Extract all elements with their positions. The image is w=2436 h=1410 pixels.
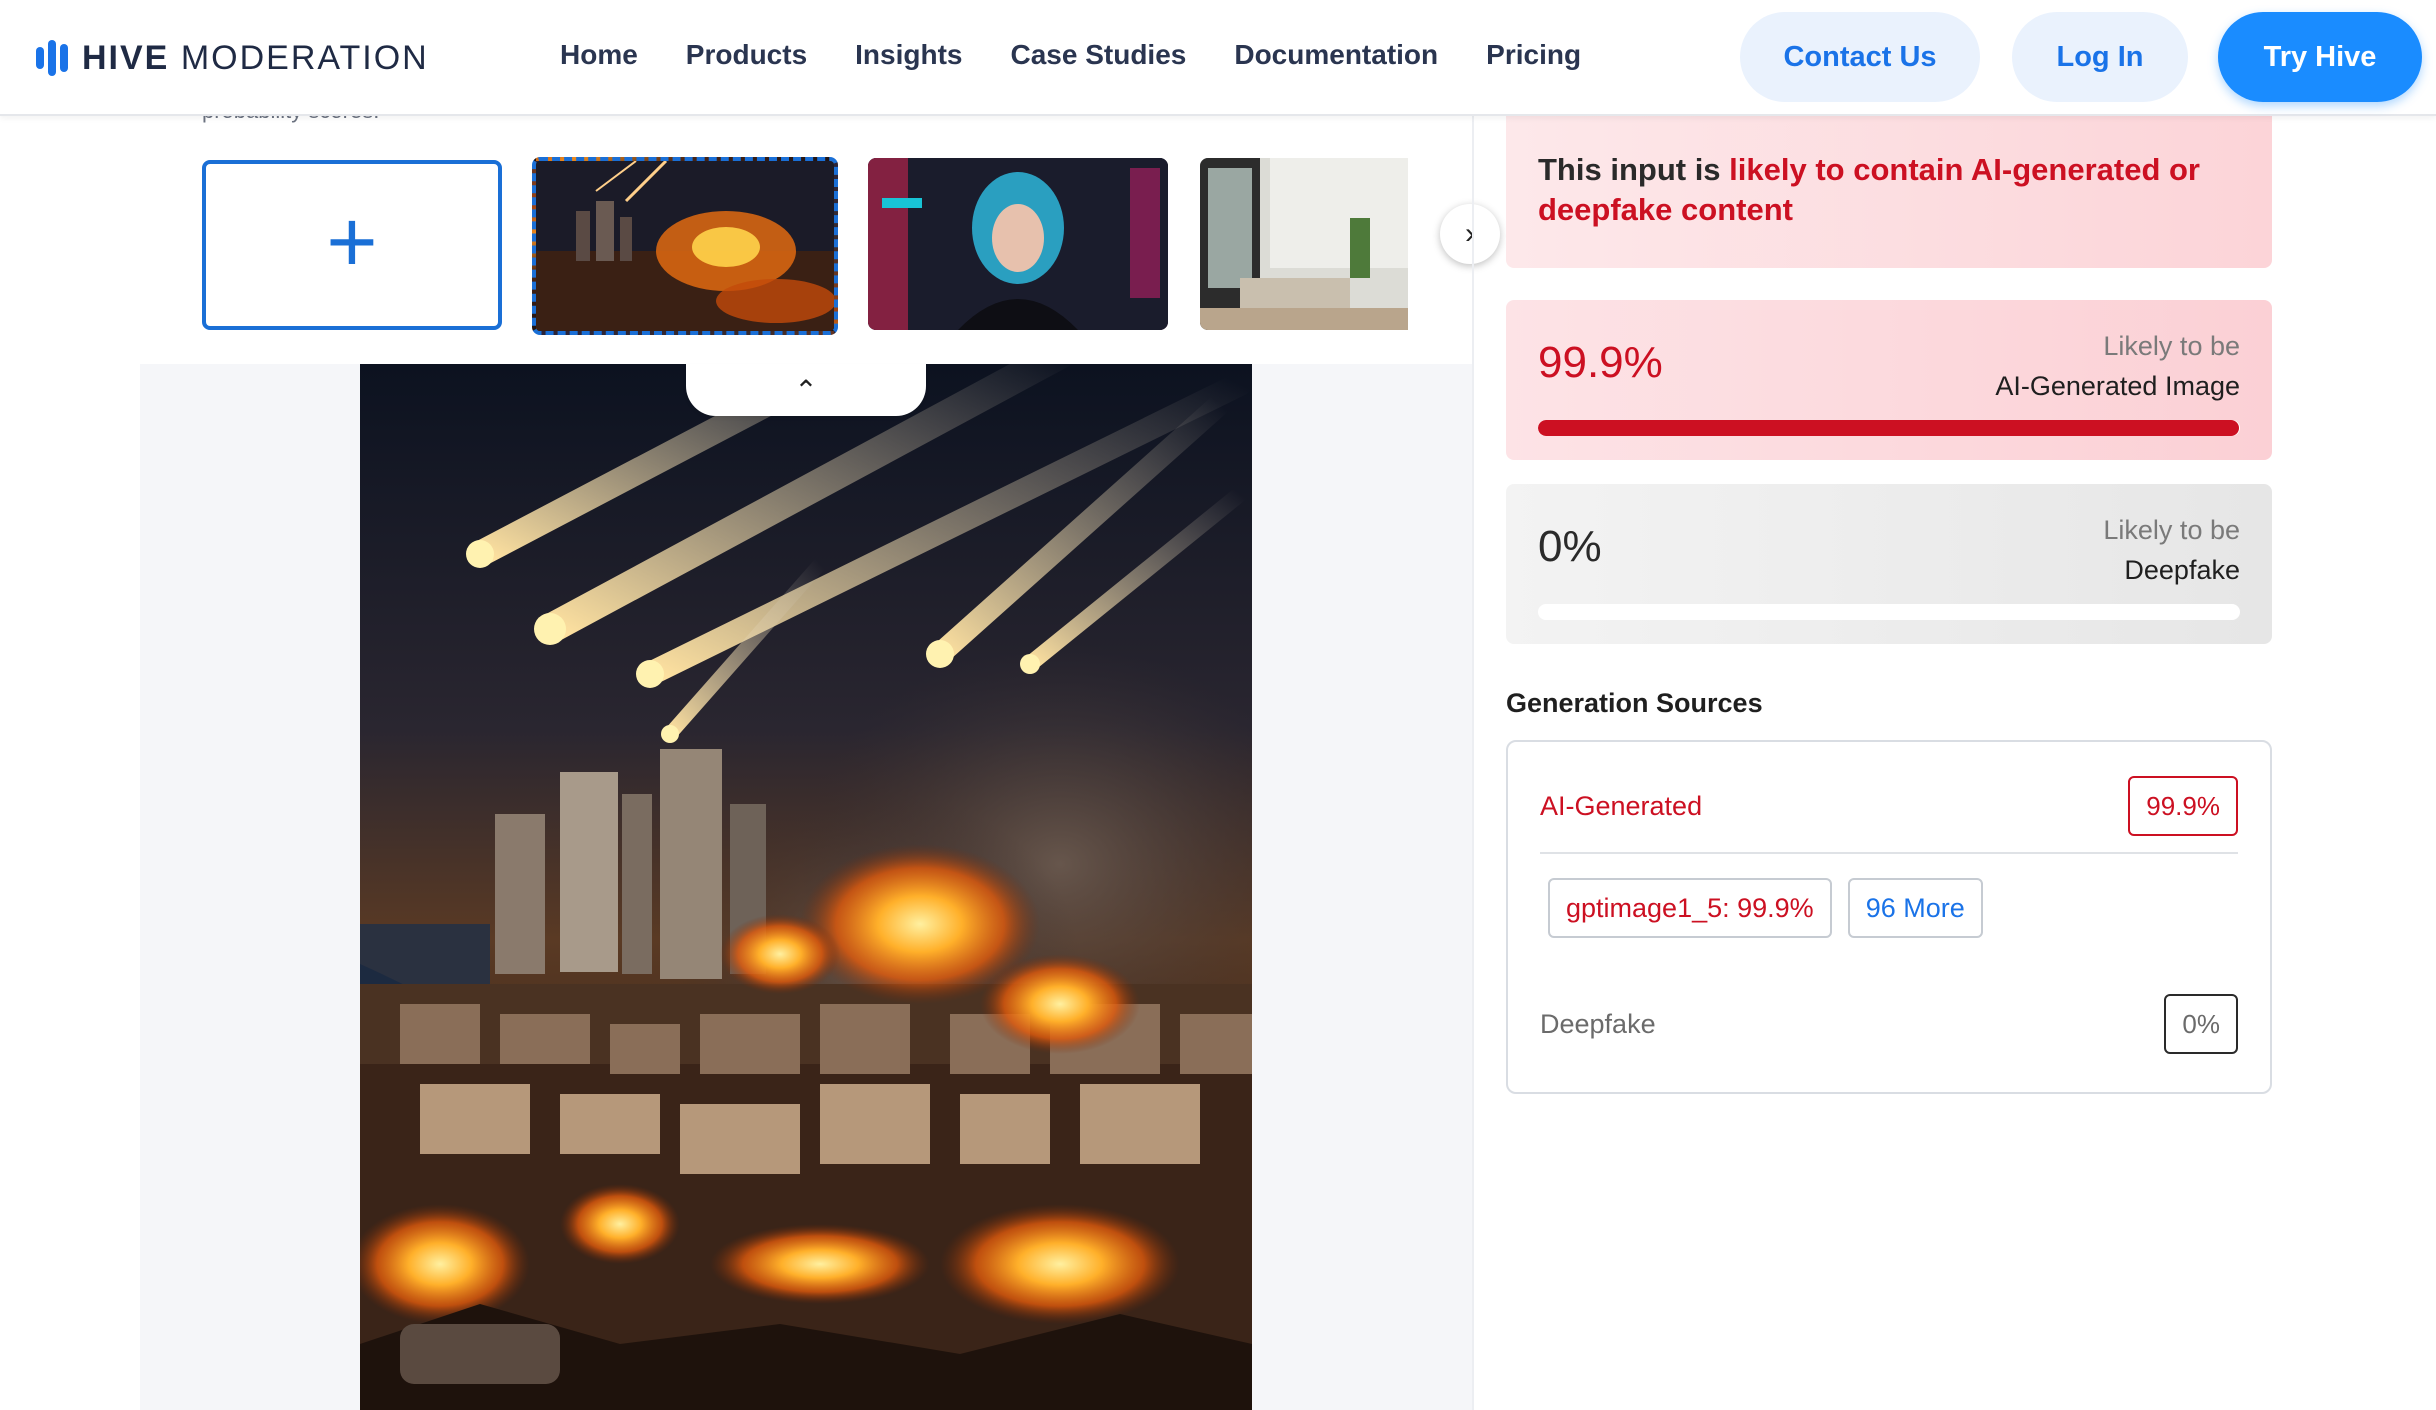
deepfake-score-label-bottom: Deepfake	[2124, 555, 2240, 585]
banner-prefix: This input is	[1538, 152, 1730, 187]
chevron-up-icon: ⌃	[794, 374, 818, 406]
contact-us-button[interactable]: Contact Us	[1740, 12, 1980, 102]
generation-sources-panel: AI-Generated 99.9% gptimage1_5: 99.9% 96…	[1506, 740, 2272, 1094]
ai-score-bar-fill	[1538, 420, 2240, 436]
try-hive-button[interactable]: Try Hive	[2218, 12, 2422, 102]
result-banner: This input is likely to contain AI-gener…	[1506, 116, 2272, 268]
ai-score-label-top: Likely to be	[2103, 331, 2240, 361]
generation-sources-title: Generation Sources	[1506, 688, 1763, 718]
neon-woman-thumbnail-art	[868, 158, 1168, 330]
deepfake-label: Deepfake	[1540, 1008, 1656, 1039]
ai-generated-badge: 99.9%	[2128, 776, 2238, 836]
city-strike-preview-art	[360, 364, 1252, 1410]
generation-divider	[1540, 852, 2238, 854]
city-strike-thumbnail-art	[536, 161, 834, 331]
ai-score-bar	[1538, 420, 2240, 436]
ai-generated-label: AI-Generated	[1540, 790, 1703, 821]
nav-home[interactable]: Home	[560, 39, 638, 71]
top-navbar: HIVE MODERATION Home Products Insights C…	[0, 0, 2436, 116]
log-in-button[interactable]: Log In	[2012, 12, 2188, 102]
nav-documentation[interactable]: Documentation	[1234, 39, 1438, 71]
ai-score-label-bottom: AI-Generated Image	[1995, 371, 2240, 401]
nav-insights[interactable]: Insights	[855, 39, 962, 71]
sample-thumbnail-city-strike[interactable]	[532, 157, 838, 335]
deepfake-badge: 0%	[2164, 994, 2238, 1054]
logo-text-light: MODERATION	[180, 38, 429, 77]
plus-icon: +	[326, 192, 378, 291]
collapse-thumbnails-button[interactable]: ⌃	[686, 364, 926, 416]
sample-image-carousel: + ›	[200, 157, 1500, 336]
nav-case-studies[interactable]: Case Studies	[1011, 39, 1187, 71]
model-source-tag[interactable]: gptimage1_5: 99.9%	[1548, 878, 1832, 938]
ai-generated-score-card: 99.9% Likely to be AI-Generated Image	[1506, 300, 2272, 460]
deepfake-score-value: 0%	[1538, 522, 1602, 571]
logo-text-bold: HIVE	[82, 38, 170, 77]
pane-divider	[1472, 116, 1474, 1410]
analyzed-image-preview	[360, 364, 1252, 1410]
nav-products[interactable]: Products	[686, 39, 807, 71]
image-input-pane: probability scores. +	[140, 98, 1500, 1410]
hive-logo[interactable]: HIVE MODERATION	[36, 34, 429, 82]
sample-thumbnail-neon-woman[interactable]	[868, 158, 1168, 330]
ai-score-value: 99.9%	[1538, 338, 1663, 387]
living-room-thumbnail-art	[1200, 158, 1408, 330]
deepfake-score-bar	[1538, 604, 2240, 620]
deepfake-score-label-top: Likely to be	[2103, 515, 2240, 545]
more-sources-button[interactable]: 96 More	[1847, 878, 1983, 938]
nav-pricing[interactable]: Pricing	[1486, 39, 1581, 71]
carousel-next-button[interactable]: ›	[1440, 204, 1500, 264]
sample-thumbnail-living-room[interactable]	[1200, 158, 1408, 330]
deepfake-score-card: 0% Likely to be Deepfake	[1506, 484, 2272, 644]
main-nav: Home Products Insights Case Studies Docu…	[560, 0, 1581, 110]
hive-logo-icon	[36, 38, 72, 78]
upload-image-button[interactable]: +	[202, 160, 502, 330]
